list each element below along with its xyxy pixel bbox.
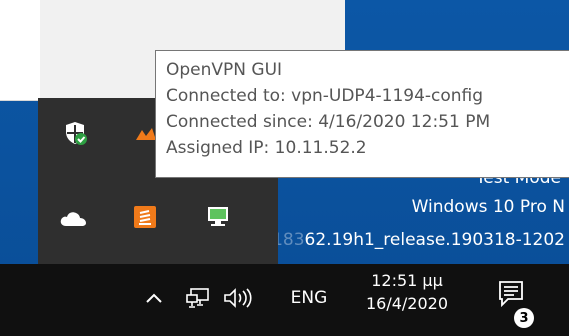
network-icon[interactable] <box>183 283 213 313</box>
network-monitor-icon[interactable] <box>203 202 233 232</box>
taskbar-clock[interactable]: 12:51 μμ 16/4/2020 <box>352 270 462 330</box>
tooltip-app-name: OpenVPN GUI <box>166 60 283 80</box>
watermark-build-rest: 62.19h1_release.190318-1202 <box>304 230 565 250</box>
clock-time: 12:51 μμ <box>371 271 443 290</box>
tooltip-connected-to: Connected to: vpn-UDP4-1194-config <box>166 86 484 106</box>
input-language-indicator[interactable]: ENG <box>283 284 335 312</box>
clock-date: 16/4/2020 <box>365 294 449 313</box>
notification-count-badge: 3 <box>514 308 534 328</box>
tooltip-connected-since: Connected since: 4/16/2020 12:51 PM <box>166 112 491 132</box>
orange-app-icon[interactable] <box>130 202 160 232</box>
windows-security-shield-icon[interactable] <box>60 118 90 148</box>
show-hidden-icons-chevron-up-icon[interactable] <box>140 284 168 312</box>
onedrive-cloud-icon[interactable] <box>58 204 88 234</box>
volume-speaker-icon[interactable] <box>220 283 256 313</box>
openvpn-tooltip: OpenVPN GUI Connected to: vpn-UDP4-1194-… <box>155 50 569 178</box>
tooltip-assigned-ip: Assigned IP: 10.11.52.2 <box>166 138 367 158</box>
background-window-edge <box>0 0 40 100</box>
watermark-windows-edition: Windows 10 Pro N <box>411 197 565 217</box>
